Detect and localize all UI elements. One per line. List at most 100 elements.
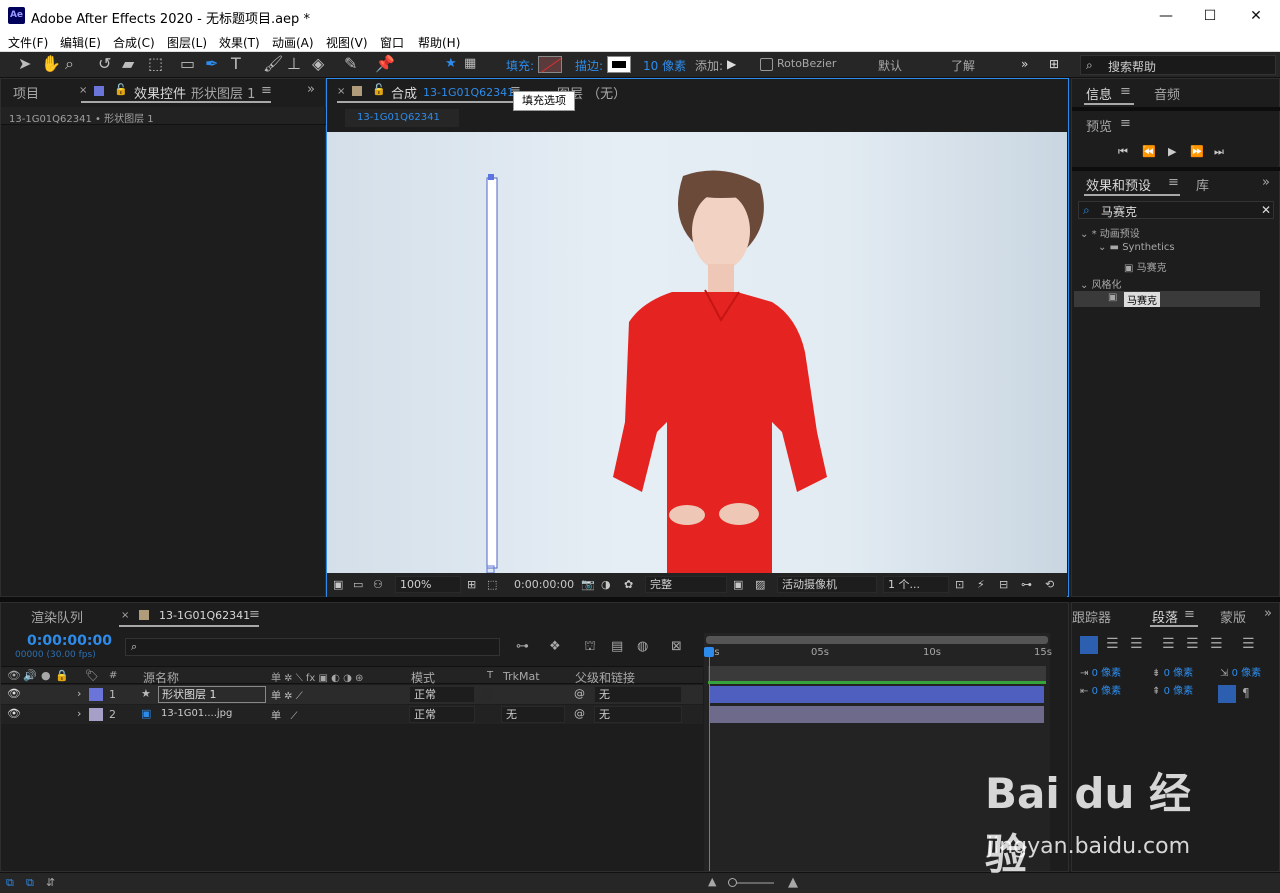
tab-effect-controls[interactable]: 效果控件 <box>134 83 186 102</box>
tab-mask[interactable]: 蒙版 <box>1220 607 1246 626</box>
close-icon[interactable]: × <box>121 610 129 621</box>
composition-viewer[interactable] <box>327 132 1067 573</box>
clear-search-icon[interactable]: ✕ <box>1261 203 1271 217</box>
zoom-in-icon[interactable]: ▲ <box>788 875 798 890</box>
maximize-button[interactable]: ☐ <box>1190 4 1230 28</box>
menu-layer[interactable]: 图层(L) <box>167 34 207 51</box>
eye-icon[interactable]: 👁 <box>7 669 21 682</box>
layer-switches[interactable]: 单 ⟋ <box>271 707 298 722</box>
justify-center-icon[interactable]: ☰ <box>1186 636 1199 652</box>
eraser-tool-icon[interactable]: ◈ <box>312 55 324 73</box>
shy-layers-icon[interactable]: ⛫ <box>584 639 596 656</box>
workspace-default[interactable]: 默认 <box>878 57 902 74</box>
menu-edit[interactable]: 编辑(E) <box>60 34 101 51</box>
layer-trkmat-dropdown[interactable]: 无 <box>501 706 565 723</box>
snapshot-icon[interactable]: 📷 <box>581 578 595 591</box>
rectangle-tool-icon[interactable]: ▭ <box>180 55 195 73</box>
always-preview-icon[interactable]: ▣ <box>333 578 343 591</box>
timeline-search-input[interactable]: ⌕ <box>125 638 500 656</box>
menu-view[interactable]: 视图(V) <box>326 34 368 51</box>
layer-parent-dropdown[interactable]: 无 <box>594 686 682 703</box>
tab-effects-presets[interactable]: 效果和预设 <box>1086 175 1151 194</box>
tab-library[interactable]: 库 <box>1196 175 1209 194</box>
layer-mode-dropdown[interactable]: 正常 <box>409 686 475 703</box>
space-before-field[interactable]: ⇟ 0 像素 <box>1152 664 1193 679</box>
frame-blending-icon[interactable]: ▤ <box>611 639 623 654</box>
last-frame-icon[interactable]: ⏭ <box>1214 145 1224 159</box>
motion-blur-icon[interactable]: ◍ <box>637 639 648 654</box>
channel-icon[interactable]: ✿ <box>624 578 633 591</box>
selection-tool-icon[interactable]: ➤ <box>18 55 31 73</box>
graph-editor-icon[interactable]: ⊠ <box>671 639 682 654</box>
ltr-direction-icon[interactable] <box>1218 685 1236 703</box>
tab-project[interactable]: 项目 <box>13 83 39 102</box>
layer-parent-dropdown[interactable]: 无 <box>594 706 682 723</box>
fill-label[interactable]: 填充: <box>506 57 534 74</box>
camera-dropdown[interactable]: 活动摄像机 <box>777 576 877 593</box>
transparency-grid-icon[interactable]: ▨ <box>755 578 765 591</box>
col-source-name[interactable]: 源名称 <box>143 669 179 686</box>
fast-preview-icon[interactable]: ⚡ <box>977 578 985 591</box>
roto-brush-tool-icon[interactable]: ✎ <box>344 55 357 73</box>
layer-switches-toggle-icon[interactable]: ⧉ <box>6 876 14 890</box>
label-icon[interactable]: 🏷 <box>85 669 99 682</box>
draft-3d-icon[interactable]: ❖ <box>549 639 561 654</box>
brush-tool-icon[interactable]: 🖌 <box>263 55 283 73</box>
space-after-field[interactable]: ⇞ 0 像素 <box>1152 682 1193 697</box>
playhead-handle[interactable] <box>704 647 714 657</box>
region-icon[interactable]: ⬚ <box>487 578 497 591</box>
pan-behind-tool-icon[interactable]: ⬚ <box>148 55 163 73</box>
transfer-controls-toggle-icon[interactable]: ⧉ <box>26 876 34 890</box>
workspace-more-icon[interactable]: » <box>1021 57 1028 71</box>
hand-tool-icon[interactable]: ✋ <box>41 55 61 73</box>
layer-label-color[interactable] <box>89 688 103 701</box>
menu-animation[interactable]: 动画(A) <box>272 34 314 51</box>
expand-icon[interactable]: › <box>77 707 81 720</box>
comp-subtab[interactable]: 13-1G01Q62341 <box>345 109 459 127</box>
indent-right-field[interactable]: ⇤ 0 像素 <box>1080 682 1121 697</box>
minimize-button[interactable]: — <box>1146 4 1186 28</box>
preserve-transparency-checkbox[interactable] <box>481 688 493 700</box>
effects-search-box[interactable]: ⌕ 马赛克 ✕ <box>1078 201 1274 219</box>
layer-mode-dropdown[interactable]: 正常 <box>409 706 475 723</box>
tab-composition-name[interactable]: 13-1G01Q62341 <box>423 86 514 99</box>
toggle-pixel-icon[interactable]: ⊡ <box>955 578 964 591</box>
close-button[interactable]: ✕ <box>1236 4 1276 28</box>
rtl-direction-icon[interactable]: ¶ <box>1242 686 1250 700</box>
stroke-label[interactable]: 描边: <box>575 57 603 74</box>
close-icon[interactable]: × <box>79 85 87 96</box>
tree-item-mosaic-preset[interactable]: ▣ 马赛克 <box>1124 259 1167 274</box>
pickwhip-icon[interactable]: @ <box>574 707 585 720</box>
add-menu-icon[interactable]: ▶ <box>727 57 736 71</box>
layer-row[interactable]: 👁 › 1 ★ 形状图层 1 单 ✲ ⟋ 正常 @ 无 <box>1 685 703 704</box>
menu-window[interactable]: 窗口 <box>380 34 404 51</box>
pickwhip-icon[interactable]: @ <box>574 687 585 700</box>
show-snapshot-icon[interactable]: ◑ <box>601 578 611 591</box>
fill-swatch[interactable] <box>538 56 562 73</box>
zoom-dropdown[interactable]: 100% <box>395 576 461 593</box>
quality-dropdown[interactable]: 完整 <box>645 576 727 593</box>
visibility-icon[interactable]: 👁 <box>7 707 21 720</box>
star-icon[interactable]: ★ <box>445 55 457 73</box>
lock-icon[interactable]: 🔓 <box>372 83 386 96</box>
stroke-width[interactable]: 10 像素 <box>643 57 686 74</box>
zoom-slider-handle[interactable] <box>728 878 737 887</box>
tab-tracker[interactable]: 跟踪器 <box>1072 607 1111 626</box>
tree-folder-animation-presets[interactable]: ⌄ * 动画预设 <box>1080 225 1140 240</box>
reset-exposure-icon[interactable]: ⟲ <box>1045 578 1054 591</box>
layer-2-duration-bar[interactable] <box>710 706 1044 723</box>
panel-menu-icon[interactable]: ≡ <box>1120 84 1131 99</box>
justify-left-icon[interactable]: ☰ <box>1162 636 1175 652</box>
close-icon[interactable]: × <box>337 86 345 97</box>
tab-render-queue[interactable]: 渲染队列 <box>31 607 83 626</box>
lock-icon[interactable]: 🔓 <box>114 83 128 96</box>
puppet-pin-tool-icon[interactable]: 📌 <box>375 55 395 73</box>
next-frame-icon[interactable]: ⏩ <box>1190 145 1204 158</box>
menu-file[interactable]: 文件(F) <box>8 34 48 51</box>
viewer-timecode[interactable]: 0:00:00:00 <box>514 578 574 591</box>
align-left-icon[interactable] <box>1080 636 1098 654</box>
panel-expand-icon[interactable]: » <box>1262 175 1270 190</box>
help-search-input[interactable]: 搜索帮助 <box>1108 58 1156 75</box>
panel-menu-icon[interactable]: ≡ <box>1168 175 1179 190</box>
justify-right-icon[interactable]: ☰ <box>1210 636 1223 652</box>
